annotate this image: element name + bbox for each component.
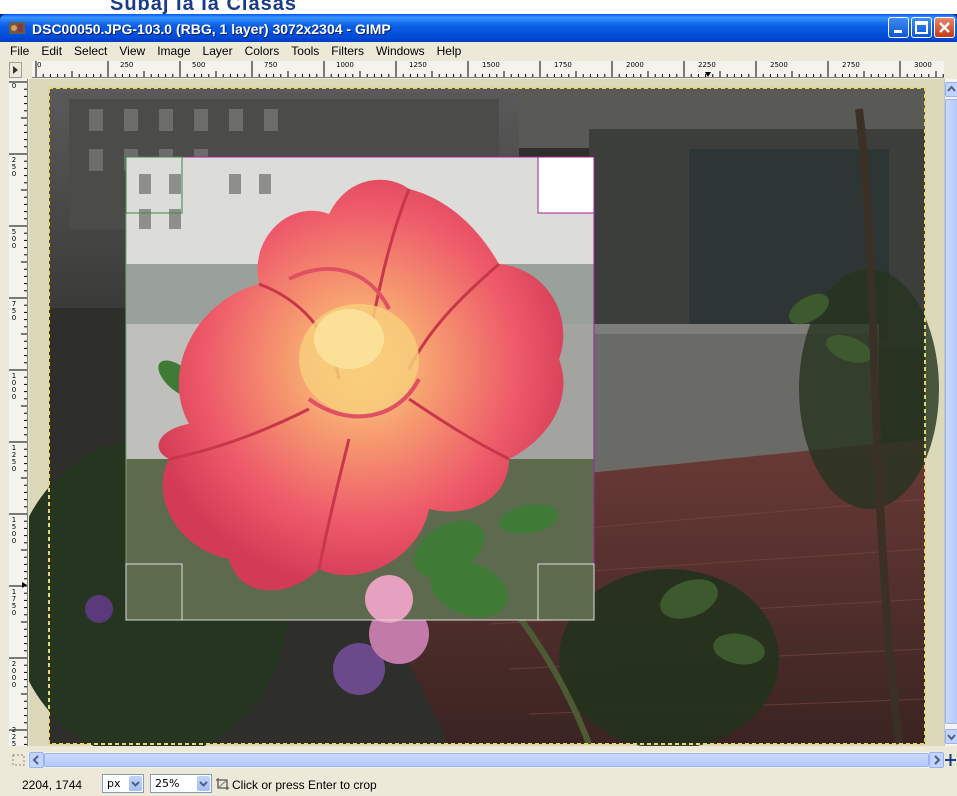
status-message: Click or press Enter to crop: [232, 778, 377, 792]
chevron-down-icon: [947, 734, 956, 741]
vertical-scroll-thumb[interactable]: [945, 99, 957, 724]
vertical-ruler[interactable]: 0 250 500 750 1000 1250 1500 1750 2000 2…: [9, 79, 28, 746]
ruler-h-label: 2750: [842, 61, 860, 69]
chevron-down-icon: [197, 776, 210, 791]
menu-edit[interactable]: Edit: [35, 44, 68, 58]
close-button[interactable]: [934, 17, 955, 38]
vertical-scrollbar[interactable]: [944, 79, 957, 746]
ruler-h-label: 2250: [698, 61, 716, 69]
ruler-v-label: 750: [11, 300, 17, 322]
ruler-v-label: 500: [11, 228, 17, 250]
menu-tools[interactable]: Tools: [285, 44, 325, 58]
ruler-h-label: 750: [264, 61, 278, 69]
ruler-v-label: 1250: [11, 444, 17, 473]
chevron-right-icon: [934, 755, 941, 765]
ruler-h-label: 1500: [482, 61, 500, 69]
ruler-h-label: 3000: [914, 61, 932, 69]
zoom-value: 25%: [155, 777, 180, 790]
ruler-h-label: 0: [37, 61, 42, 69]
minimize-button[interactable]: [888, 17, 909, 38]
ruler-v-label: 2000: [11, 660, 17, 689]
menu-help[interactable]: Help: [431, 44, 468, 58]
ruler-h-label: 2000: [626, 61, 644, 69]
ruler-v-label: 2250: [11, 726, 17, 747]
minimize-icon: [894, 30, 902, 33]
menu-bar: File Edit Select View Image Layer Colors…: [0, 42, 957, 60]
horizontal-ruler[interactable]: 0 250 500 750 1000 1250 1500 1750 2000 2…: [32, 61, 944, 78]
unit-value: px: [107, 777, 121, 790]
ruler-h-label: 1250: [409, 61, 427, 69]
ruler-h-label: 500: [192, 61, 206, 69]
ruler-v-label: 0: [11, 82, 17, 90]
maximize-button[interactable]: [911, 17, 932, 38]
scroll-down-button[interactable]: [945, 729, 957, 744]
menu-filters[interactable]: Filters: [325, 44, 370, 58]
close-icon: [939, 22, 950, 33]
menu-image[interactable]: Image: [151, 44, 196, 58]
crop-tool-icon: [216, 778, 229, 790]
quick-menu-button[interactable]: [9, 62, 22, 78]
menu-view[interactable]: View: [113, 44, 151, 58]
zoom-dropdown[interactable]: 25%: [150, 774, 212, 793]
quick-mask-toggle[interactable]: [9, 752, 28, 768]
ruler-v-label: 1500: [11, 516, 17, 545]
status-bar: 2204, 1744 px 25% Click or press Enter t…: [0, 770, 957, 796]
horizontal-scroll-thumb[interactable]: [44, 753, 929, 767]
menu-select[interactable]: Select: [68, 44, 113, 58]
title-bar-overlap: Subaj Ia Ia Clasas: [0, 0, 957, 15]
scroll-left-button[interactable]: [29, 752, 44, 768]
ruler-v-label: 1750: [11, 588, 17, 617]
menu-colors[interactable]: Colors: [239, 44, 286, 58]
maximize-icon: [915, 21, 928, 34]
ruler-v-label: 250: [11, 156, 17, 178]
chevron-left-icon: [32, 755, 39, 765]
pointer-coordinates: 2204, 1744: [22, 778, 83, 792]
ruler-v-label: 1000: [11, 372, 17, 401]
title-bar: Subaj Ia Ia Clasas DSC00050.JPG-103.0 (R…: [0, 0, 957, 42]
gimp-icon: [9, 22, 25, 34]
menu-file[interactable]: File: [4, 44, 35, 58]
window-title: DSC00050.JPG-103.0 (RBG, 1 layer) 3072x2…: [32, 21, 391, 37]
image-canvas[interactable]: [29, 79, 944, 746]
scroll-up-button[interactable]: [945, 82, 957, 97]
scroll-right-button[interactable]: [929, 752, 944, 768]
menu-windows[interactable]: Windows: [370, 44, 431, 58]
move-icon: [945, 754, 956, 766]
triangle-right-icon: [13, 66, 18, 74]
vertical-ruler-ticks: [9, 81, 27, 745]
horizontal-scrollbar[interactable]: [28, 752, 944, 768]
ruler-h-label: 1750: [554, 61, 572, 69]
navigate-corner: [944, 61, 957, 79]
quick-mask-icon: [12, 754, 25, 766]
ruler-h-label: 1000: [336, 61, 354, 69]
ruler-h-label: 250: [120, 61, 134, 69]
ruler-h-label: 2500: [770, 61, 788, 69]
photo: [29, 87, 939, 746]
chevron-up-icon: [947, 85, 956, 92]
menu-layer[interactable]: Layer: [197, 44, 239, 58]
unit-dropdown[interactable]: px: [102, 774, 144, 793]
navigate-button[interactable]: [944, 752, 957, 768]
chevron-down-icon: [129, 776, 142, 791]
